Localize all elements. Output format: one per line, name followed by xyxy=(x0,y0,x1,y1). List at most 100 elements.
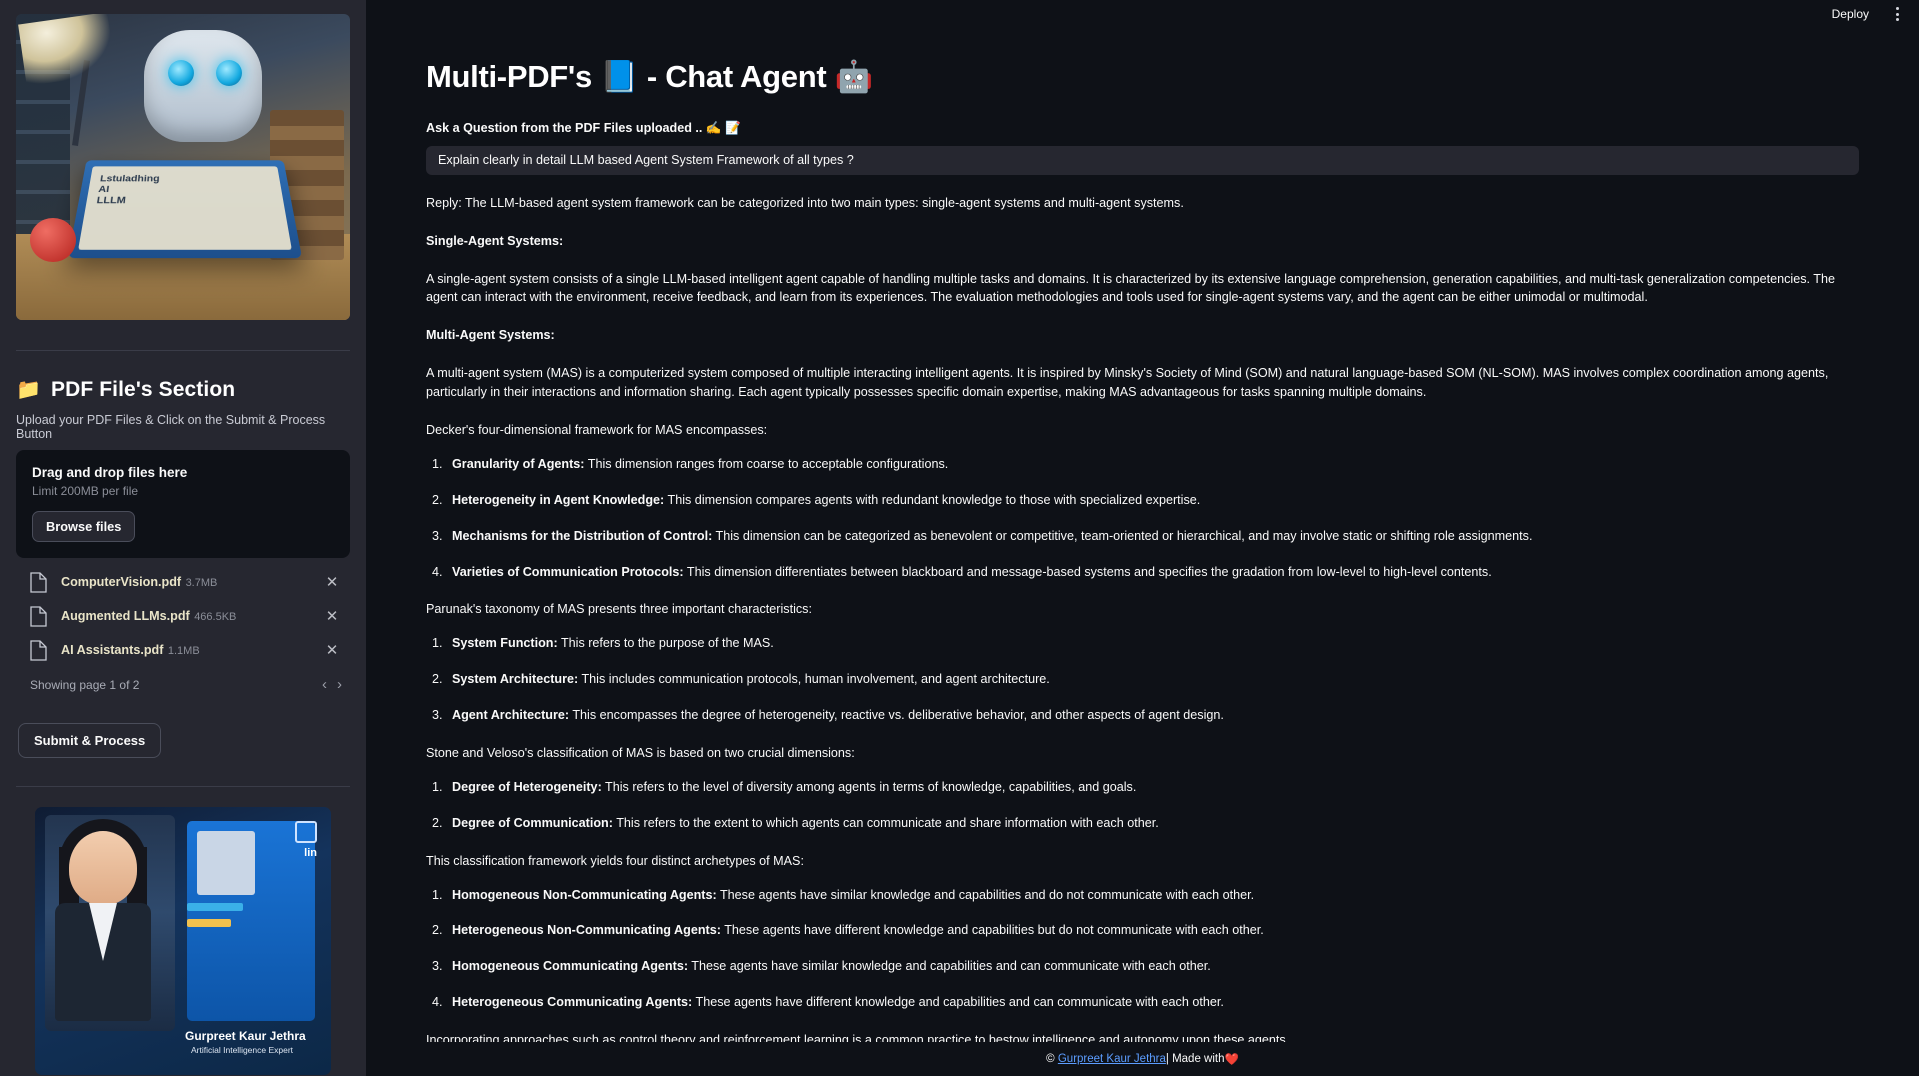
list-item-desc: These agents have similar knowledge and … xyxy=(716,887,1255,902)
remove-file-icon[interactable]: ✕ xyxy=(320,638,344,662)
list-item-desc: This refers to the extent to which agent… xyxy=(612,815,1159,830)
list-item-term: System Function: xyxy=(452,636,558,651)
parunak-characteristics-list: System Function: This refers to the purp… xyxy=(426,634,1859,725)
file-size: 1.1MB xyxy=(167,645,200,657)
paragraph-parunak-intro: Parunak's taxonomy of MAS presents three… xyxy=(426,602,812,617)
profile-card-name: Gurpreet Kaur Jethra xyxy=(185,1029,306,1043)
stone-veloso-dimensions-list: Degree of Heterogeneity: This refers to … xyxy=(426,778,1859,833)
sidebar-hero-image: Lstuladhing AI LLLM xyxy=(16,14,350,320)
list-item-term: Heterogeneous Communicating Agents: xyxy=(452,995,693,1010)
profile-card-role: Artificial Intelligence Expert xyxy=(191,1045,294,1055)
list-item: ComputerVision.pdf 3.7MB ✕ xyxy=(16,565,350,599)
list-item: Heterogeneous Communicating Agents: Thes… xyxy=(426,993,1859,1012)
top-toolbar: Deploy xyxy=(366,0,1919,28)
content-area: Multi-PDF's 📘 - Chat Agent 🤖 Ask a Quest… xyxy=(366,28,1919,1076)
paragraph-multi-agent-systems: A multi-agent system (MAS) is a computer… xyxy=(426,366,1829,400)
list-item: Degree of Communication: This refers to … xyxy=(426,814,1859,833)
paragraph-single-agent-systems: A single-agent system consists of a sing… xyxy=(426,271,1835,305)
profile-card-image: lin Gurpreet Kaur Jethra Artificial Inte… xyxy=(35,807,331,1075)
file-icon xyxy=(30,605,47,627)
list-item-term: Homogeneous Non-Communicating Agents: xyxy=(452,887,717,902)
file-list-pagination: Showing page 1 of 2 ‹ › xyxy=(16,667,350,693)
list-item-desc: This dimension compares agents with redu… xyxy=(664,492,1201,507)
list-item-term: Mechanisms for the Distribution of Contr… xyxy=(452,528,713,543)
kebab-menu-icon[interactable] xyxy=(1890,3,1905,25)
page-title: Multi-PDF's 📘 - Chat Agent 🤖 xyxy=(426,59,873,94)
pdf-section-title-label: PDF File's Section xyxy=(51,377,236,401)
list-item: Agent Architecture: This encompasses the… xyxy=(426,706,1859,725)
list-item: System Architecture: This includes commu… xyxy=(426,670,1859,689)
list-item-desc: This encompasses the degree of heterogen… xyxy=(569,708,1224,723)
list-item: Granularity of Agents: This dimension ra… xyxy=(426,455,1859,474)
remove-file-icon[interactable]: ✕ xyxy=(320,570,344,594)
question-input[interactable]: Explain clearly in detail LLM based Agen… xyxy=(426,145,1859,175)
list-item-desc: This refers to the level of diversity am… xyxy=(601,779,1137,794)
deploy-button[interactable]: Deploy xyxy=(1825,4,1876,24)
list-item-term: Varieties of Communication Protocols: xyxy=(452,564,684,579)
footer-made-with-text: | Made with xyxy=(1165,1053,1225,1065)
ask-question-label: Ask a Question from the PDF Files upload… xyxy=(426,120,741,135)
uploaded-file-list: ComputerVision.pdf 3.7MB ✕ Augmented LLM… xyxy=(16,565,350,667)
list-item-desc: This dimension ranges from coarse to acc… xyxy=(584,456,949,471)
remove-file-icon[interactable]: ✕ xyxy=(320,604,344,628)
sidebar-divider-top xyxy=(16,350,350,351)
list-item: Varieties of Communication Protocols: Th… xyxy=(426,563,1859,582)
file-icon xyxy=(30,571,47,593)
chevron-right-icon[interactable]: › xyxy=(337,676,342,693)
main-content: Deploy Multi-PDF's 📘 - Chat Agent 🤖 Ask … xyxy=(366,0,1919,1076)
file-name: AI Assistants.pdf xyxy=(61,643,164,657)
decker-dimensions-list: Granularity of Agents: This dimension ra… xyxy=(426,455,1859,582)
list-item: Homogeneous Communicating Agents: These … xyxy=(426,957,1859,976)
list-item-term: Degree of Communication: xyxy=(452,815,613,830)
list-item: Mechanisms for the Distribution of Contr… xyxy=(426,527,1859,546)
list-item-term: Homogeneous Communicating Agents: xyxy=(452,959,689,974)
copyright-icon: © xyxy=(1046,1053,1055,1065)
heading-single-agent-systems: Single-Agent Systems: xyxy=(426,233,564,248)
sidebar-divider-bottom xyxy=(16,786,350,787)
submit-and-process-button[interactable]: Submit & Process xyxy=(18,723,162,758)
chevron-left-icon[interactable]: ‹ xyxy=(322,676,327,693)
heading-multi-agent-systems: Multi-Agent Systems: xyxy=(426,328,555,343)
heart-icon: ❤️ xyxy=(1224,1054,1239,1066)
list-item-desc: This includes communication protocols, h… xyxy=(578,672,1050,687)
list-item: System Function: This refers to the purp… xyxy=(426,634,1859,653)
file-size: 3.7MB xyxy=(185,577,218,589)
list-item-desc: This dimension differentiates between bl… xyxy=(683,564,1492,579)
list-item: Homogeneous Non-Communicating Agents: Th… xyxy=(426,886,1859,905)
paragraph-stone-veloso-intro: Stone and Veloso's classification of MAS… xyxy=(426,746,855,760)
file-name: ComputerVision.pdf xyxy=(61,575,182,589)
file-size: 466.5KB xyxy=(194,611,237,623)
sidebar: Lstuladhing AI LLLM 📁 PDF File's Section U… xyxy=(0,0,366,1076)
pdf-section-subtitle: Upload your PDF Files & Click on the Sub… xyxy=(16,413,326,441)
list-item-desc: These agents have similar knowledge and … xyxy=(688,959,1211,974)
author-link[interactable]: Gurpreet Kaur Jethra xyxy=(1058,1053,1166,1065)
list-item-term: Heterogeneity in Agent Knowledge: xyxy=(452,492,665,507)
list-item-term: Granularity of Agents: xyxy=(452,456,585,471)
app-root: Lstuladhing AI LLLM 📁 PDF File's Section U… xyxy=(0,0,1919,1076)
list-item-desc: These agents have different knowledge an… xyxy=(720,923,1264,938)
list-item: Augmented LLMs.pdf 466.5KB ✕ xyxy=(16,599,350,633)
list-item-term: Heterogeneous Non-Communicating Agents: xyxy=(452,923,721,938)
folder-icon: 📁 xyxy=(16,379,42,401)
paragraph-decker-intro: Decker's four-dimensional framework for … xyxy=(426,422,768,437)
browse-files-button[interactable]: Browse files xyxy=(32,511,136,542)
page-footer: © Gurpreet Kaur Jethra | Made with ❤️ xyxy=(366,1042,1919,1076)
list-item-term: System Architecture: xyxy=(452,672,579,687)
file-name: Augmented LLMs.pdf xyxy=(61,609,190,623)
dropzone-limit: Limit 200MB per file xyxy=(32,484,139,498)
paragraph-archetypes-intro: This classification framework yields fou… xyxy=(426,853,804,868)
list-item: Heterogeneous Non-Communicating Agents: … xyxy=(426,921,1859,940)
dropzone-title: Drag and drop files here xyxy=(32,465,188,480)
mas-archetypes-list: Homogeneous Non-Communicating Agents: Th… xyxy=(426,886,1859,1013)
list-item: Heterogeneity in Agent Knowledge: This d… xyxy=(426,491,1859,510)
file-dropzone[interactable]: Drag and drop files here Limit 200MB per… xyxy=(16,450,350,558)
reply-intro-paragraph: Reply: The LLM-based agent system framew… xyxy=(426,195,1184,210)
list-item-desc: This refers to the purpose of the MAS. xyxy=(557,636,774,651)
list-item-desc: These agents have different knowledge an… xyxy=(692,995,1224,1010)
list-item-term: Degree of Heterogeneity: xyxy=(452,779,602,794)
file-icon xyxy=(30,639,47,661)
linkedin-label: lin xyxy=(304,847,317,859)
pdf-section-title: 📁 PDF File's Section xyxy=(16,377,350,402)
list-item-desc: This dimension can be categorized as ben… xyxy=(712,528,1533,543)
list-item: AI Assistants.pdf 1.1MB ✕ xyxy=(16,633,350,667)
